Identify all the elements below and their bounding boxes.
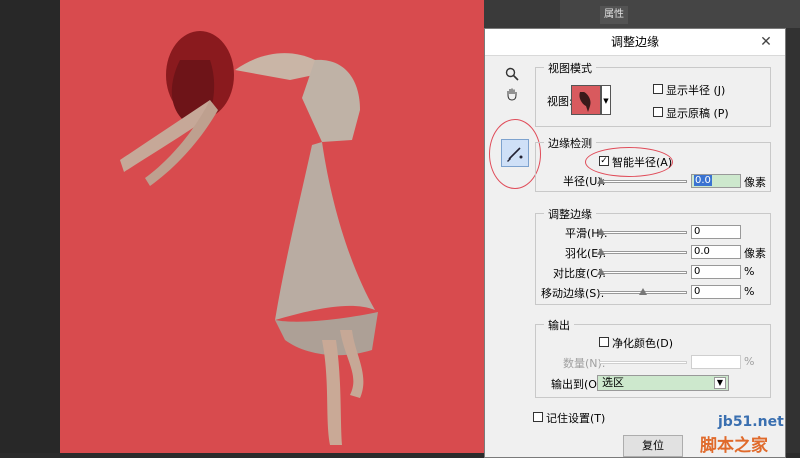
- dancer-photo: [60, 0, 484, 453]
- remember-settings-checkbox[interactable]: [533, 412, 543, 422]
- contrast-input[interactable]: 0: [691, 265, 741, 279]
- shift-edge-slider-thumb[interactable]: [639, 288, 647, 295]
- adjust-edge-legend: 调整边缘: [544, 206, 596, 222]
- contrast-unit: %: [744, 265, 755, 278]
- amount-unit: %: [744, 355, 755, 368]
- amount-slider[interactable]: [599, 361, 687, 364]
- feather-slider[interactable]: [599, 251, 687, 254]
- zoom-tool-icon[interactable]: [503, 67, 521, 85]
- shift-edge-input[interactable]: 0: [691, 285, 741, 299]
- smooth-input[interactable]: 0: [691, 225, 741, 239]
- show-radius-label: 显示半径 (J): [666, 84, 726, 97]
- refine-radius-brush-icon[interactable]: [501, 139, 529, 167]
- radius-slider-thumb[interactable]: [597, 177, 605, 184]
- contrast-slider-thumb[interactable]: [597, 268, 605, 275]
- amount-input[interactable]: [691, 355, 741, 369]
- view-mode-legend: 视图模式: [544, 60, 596, 76]
- remember-settings-label: 记住设置(T): [546, 412, 606, 425]
- radius-unit: 像素: [744, 176, 766, 189]
- shift-edge-label: 移动边缘(S):: [541, 287, 605, 300]
- radius-slider[interactable]: [599, 180, 687, 183]
- close-icon[interactable]: ✕: [755, 32, 777, 52]
- view-label: 视图:: [547, 95, 573, 108]
- feather-slider-thumb[interactable]: [597, 248, 605, 255]
- ps-panel-header: [560, 0, 800, 29]
- feather-unit: 像素: [744, 247, 766, 260]
- smart-radius-label: 智能半径(A): [612, 156, 673, 169]
- dialog-title: 调整边缘: [610, 35, 659, 49]
- show-radius-checkbox[interactable]: [653, 84, 663, 94]
- canvas-left-dark: [0, 0, 60, 453]
- reset-button[interactable]: 复位: [623, 435, 683, 457]
- contrast-slider[interactable]: [599, 271, 687, 274]
- hand-tool-icon[interactable]: [503, 87, 521, 105]
- view-dropdown-arrow-icon[interactable]: ▼: [601, 85, 611, 115]
- show-original-checkbox[interactable]: [653, 107, 663, 117]
- output-to-select[interactable]: 选区 ▼: [597, 375, 729, 391]
- radius-input[interactable]: 0.0: [691, 174, 741, 188]
- shift-edge-unit: %: [744, 285, 755, 298]
- decontaminate-checkbox[interactable]: [599, 337, 609, 347]
- dancer-illustration: [120, 31, 378, 445]
- show-original-label: 显示原稿 (P): [666, 107, 729, 120]
- edge-detection-legend: 边缘检测: [544, 135, 596, 151]
- chevron-down-icon: ▼: [714, 377, 726, 389]
- view-thumbnail[interactable]: [571, 85, 601, 115]
- output-legend: 输出: [544, 317, 574, 333]
- refine-edge-dialog: 调整边缘 ✕ 视图模式 视图: ▼ 显示半径 (J) 显示原稿 (P) 边缘检测…: [484, 28, 786, 458]
- smart-radius-checkbox[interactable]: ✓: [599, 156, 609, 166]
- watermark-site: jb51.net: [718, 414, 784, 430]
- decontaminate-label: 净化颜色(D): [612, 337, 674, 350]
- watermark-brand: 脚本之家: [700, 436, 768, 456]
- smooth-slider[interactable]: [599, 231, 687, 234]
- dialog-titlebar: 调整边缘 ✕: [485, 29, 785, 56]
- feather-input[interactable]: 0.0: [691, 245, 741, 259]
- properties-tab[interactable]: 属性: [600, 6, 628, 24]
- smooth-slider-thumb[interactable]: [597, 228, 605, 235]
